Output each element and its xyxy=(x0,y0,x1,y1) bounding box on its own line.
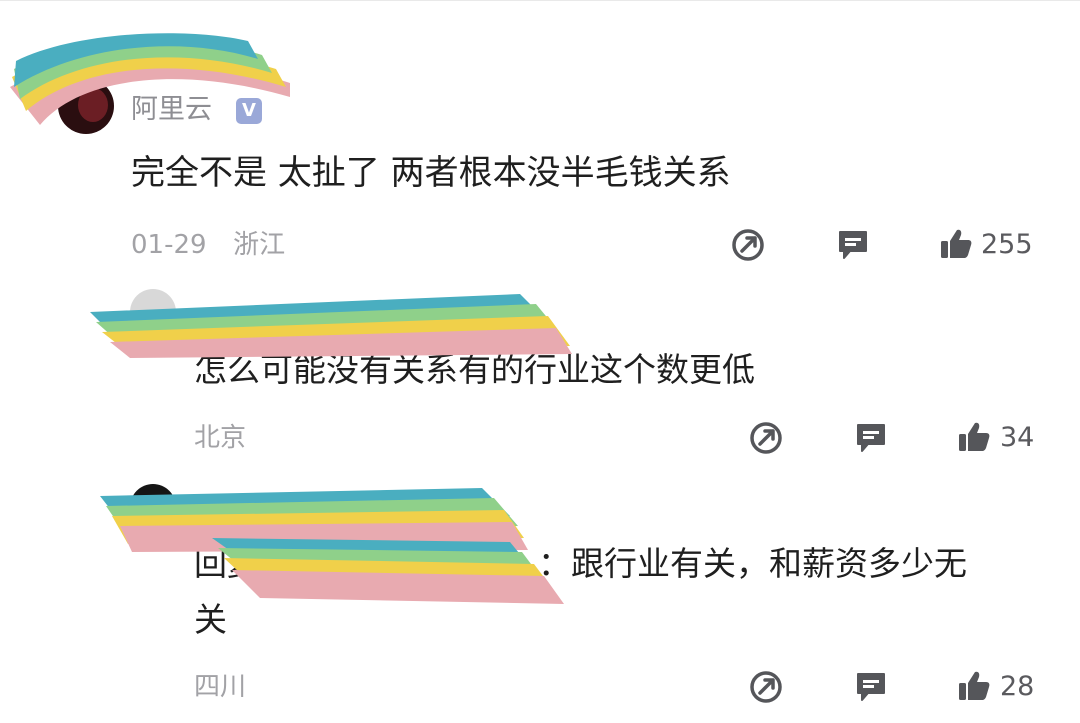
comment-location: 四川 xyxy=(194,672,247,702)
comment-location: 北京 xyxy=(194,423,247,453)
comment-text[interactable]: ：跟行业有关，和薪资多少无 xyxy=(538,542,967,586)
redaction-mark xyxy=(212,538,564,604)
comment-text[interactable]: 完全不是 太扯了 两者根本没半毛钱关系 xyxy=(131,150,731,196)
comment-meta: 01-29 浙江 xyxy=(131,228,285,262)
reply-icon[interactable] xyxy=(854,670,888,704)
share-icon[interactable] xyxy=(748,420,784,456)
share-icon[interactable] xyxy=(730,227,766,263)
share-icon[interactable] xyxy=(748,669,784,705)
reply-icon[interactable] xyxy=(854,421,888,455)
comment-date: 01-29 xyxy=(131,230,207,260)
like-count: 28 xyxy=(1000,671,1035,702)
like-count: 34 xyxy=(1000,422,1035,453)
reply-icon[interactable] xyxy=(836,228,870,262)
redaction-mark xyxy=(10,33,290,126)
comment-location: 浙江 xyxy=(233,230,286,260)
like-count: 255 xyxy=(981,229,1033,260)
like-icon[interactable] xyxy=(956,419,992,455)
redaction-mark xyxy=(90,294,572,358)
like-icon[interactable] xyxy=(956,668,992,704)
top-divider xyxy=(0,0,1080,1)
like-icon[interactable] xyxy=(938,226,974,262)
